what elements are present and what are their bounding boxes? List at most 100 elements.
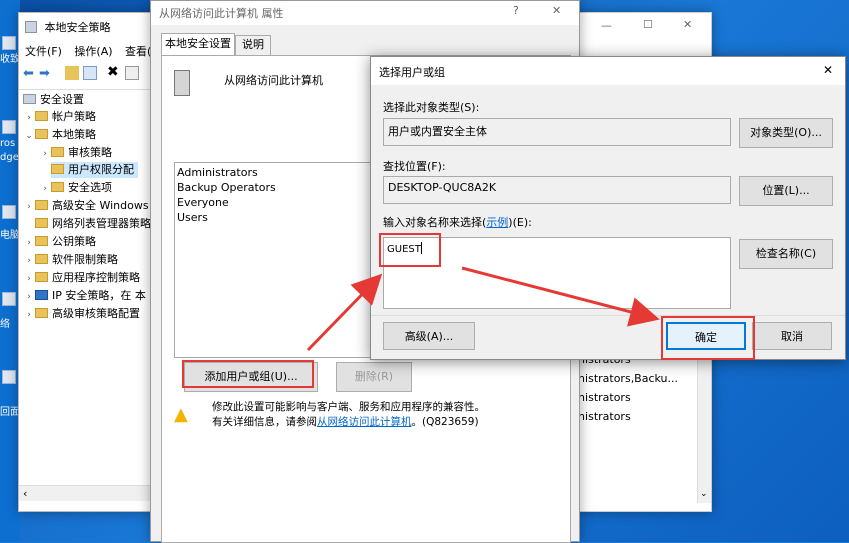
chevron-left-icon[interactable]: ‹: [23, 487, 27, 500]
chevron-right-icon[interactable]: ›: [39, 146, 51, 162]
tree-item-public-key[interactable]: › 公钥策略: [23, 234, 96, 250]
list-item[interactable]: inistrators: [575, 391, 678, 410]
dialog-title: 从网络访问此计算机 属性: [159, 7, 284, 20]
chevron-down-icon[interactable]: ⌄: [700, 489, 708, 499]
warning-suffix: 。(Q823659): [411, 416, 479, 428]
up-folder-icon[interactable]: [65, 66, 79, 80]
desktop-icon[interactable]: [2, 205, 16, 219]
tree-label: 公钥策略: [52, 235, 96, 248]
list-item[interactable]: t: [575, 462, 678, 481]
tree-item-software-restriction[interactable]: › 软件限制策略: [23, 252, 118, 268]
locations-button[interactable]: 位置(L)...: [739, 176, 833, 206]
location-value: DESKTOP-QUC8A2K: [388, 181, 497, 194]
chevron-down-icon[interactable]: ⌄: [23, 128, 35, 144]
folder-open-icon: [35, 129, 48, 139]
desktop-icon[interactable]: [2, 370, 16, 384]
desktop-label: 络: [0, 319, 10, 330]
warning-text: 修改此设置可能影响与客户端、服务和应用程序的兼容性。 有关详细信息，请参阅从网络…: [212, 400, 485, 430]
object-types-button[interactable]: 对象类型(O)...: [739, 118, 833, 148]
list-item[interactable]: inistrators: [575, 410, 678, 443]
back-icon[interactable]: ⬅: [23, 66, 37, 81]
chevron-right-icon[interactable]: ›: [39, 181, 51, 197]
chevron-right-icon[interactable]: ›: [23, 253, 35, 269]
chevron-right-icon[interactable]: ›: [23, 235, 35, 251]
enter-label-prefix: 输入对象名称来选择(: [383, 216, 487, 229]
tree-label: 高级安全 Windows: [52, 199, 149, 212]
folder-icon: [35, 111, 48, 121]
chevron-right-icon[interactable]: ›: [23, 199, 35, 215]
properties-icon[interactable]: [125, 66, 139, 80]
location-label: 查找位置(F):: [383, 160, 446, 173]
tree-item-security-settings[interactable]: 安全设置: [23, 92, 84, 108]
chevron-right-icon[interactable]: ›: [23, 271, 35, 287]
tab-explain[interactable]: 说明: [235, 35, 271, 55]
folder-icon: [35, 254, 48, 264]
show-tree-icon[interactable]: [83, 66, 97, 80]
bg-list: inistrators inistrators,Backu... inistra…: [575, 353, 678, 481]
help-button[interactable]: ?: [513, 4, 519, 17]
tree-item-network-list[interactable]: 网络列表管理器策略: [35, 216, 151, 232]
delete-icon[interactable]: ✖: [107, 64, 121, 80]
desktop-icon[interactable]: [2, 292, 16, 306]
folder-icon: [51, 164, 64, 174]
tree-item-account-policies[interactable]: › 帐户策略: [23, 109, 96, 125]
tab-local-setting[interactable]: 本地安全设置: [161, 33, 235, 55]
examples-link[interactable]: 示例: [486, 216, 508, 229]
tree-label: 网络列表管理器策略: [52, 217, 151, 230]
menu-action[interactable]: 操作(A): [74, 45, 112, 58]
menu-file[interactable]: 文件(F): [25, 45, 62, 58]
warning-icon: ▲: [174, 404, 188, 425]
dialog-footer: [371, 315, 845, 316]
add-user-button[interactable]: 添加用户或组(U)...: [184, 362, 318, 392]
check-names-button[interactable]: 检查名称(C): [739, 239, 833, 269]
mmc-window: 本地安全策略 文件(F) 操作(A) 查看( ⬅ ➡ ✖ 安全设置 › 帐户策略 …: [18, 12, 159, 512]
tree-label: 帐户策略: [52, 110, 96, 123]
desktop-icon[interactable]: [2, 120, 16, 134]
tree-item-security-options[interactable]: › 安全选项: [39, 180, 112, 196]
tree-item-app-control[interactable]: › 应用程序控制策略: [23, 270, 140, 286]
toolbar: ⬅ ➡ ✖: [19, 63, 159, 83]
menu-view[interactable]: 查看(: [125, 45, 151, 58]
scrollbar[interactable]: ⌄: [697, 353, 711, 503]
remove-button[interactable]: 删除(R): [336, 362, 412, 392]
chevron-right-icon[interactable]: ›: [23, 110, 35, 126]
enter-label-suffix: )(E):: [508, 216, 532, 229]
object-names-input[interactable]: GUEST: [383, 237, 731, 309]
warning-link[interactable]: 从网络访问此计算机: [317, 416, 412, 428]
list-item[interactable]: t: [575, 443, 678, 462]
tree-label: 用户权限分配: [68, 163, 134, 176]
chevron-right-icon[interactable]: ›: [23, 307, 35, 323]
advanced-button[interactable]: 高级(A)...: [383, 322, 475, 350]
desktop-icon[interactable]: [2, 36, 16, 50]
minimize-button[interactable]: —: [601, 19, 612, 32]
tree-label: 审核策略: [68, 146, 112, 159]
forward-icon[interactable]: ➡: [39, 66, 53, 81]
window-title: 本地安全策略: [44, 21, 111, 34]
list-item[interactable]: inistrators,Backu...: [575, 372, 678, 391]
chevron-right-icon[interactable]: ›: [23, 289, 35, 305]
select-users-dialog: 选择用户或组 ✕ 选择此对象类型(S): 用户或内置安全主体 对象类型(O)..…: [370, 56, 846, 360]
cancel-button[interactable]: 取消: [752, 322, 832, 350]
server-icon: [174, 70, 190, 96]
tree-label: 软件限制策略: [52, 253, 118, 266]
close-button[interactable]: ✕: [683, 18, 692, 31]
tree-item-local-policies[interactable]: ⌄ 本地策略: [23, 127, 96, 143]
tree-label: 安全设置: [40, 93, 84, 106]
maximize-button[interactable]: ☐: [643, 18, 653, 31]
object-type-label: 选择此对象类型(S):: [383, 101, 480, 114]
tree-item-audit-policy[interactable]: › 审核策略: [39, 145, 112, 161]
ok-button[interactable]: 确定: [666, 322, 746, 350]
folder-icon: [51, 147, 64, 157]
desktop-label: dge: [0, 152, 19, 163]
horizontal-scrollbar[interactable]: ‹: [19, 485, 157, 501]
enter-names-label: 输入对象名称来选择(示例)(E):: [383, 214, 532, 230]
tree-item-ip-security[interactable]: › IP 安全策略，在 本: [23, 288, 146, 304]
text-cursor: [420, 242, 422, 254]
policy-app-icon: [25, 21, 37, 33]
tree-item-user-rights[interactable]: 用户权限分配: [51, 162, 138, 178]
tree-item-advanced-audit[interactable]: › 高级审核策略配置: [23, 306, 140, 322]
tree-item-windows-firewall[interactable]: › 高级安全 Windows: [23, 198, 149, 215]
close-button[interactable]: ✕: [823, 63, 833, 77]
close-button[interactable]: ✕: [552, 4, 561, 17]
folder-icon: [35, 218, 48, 228]
